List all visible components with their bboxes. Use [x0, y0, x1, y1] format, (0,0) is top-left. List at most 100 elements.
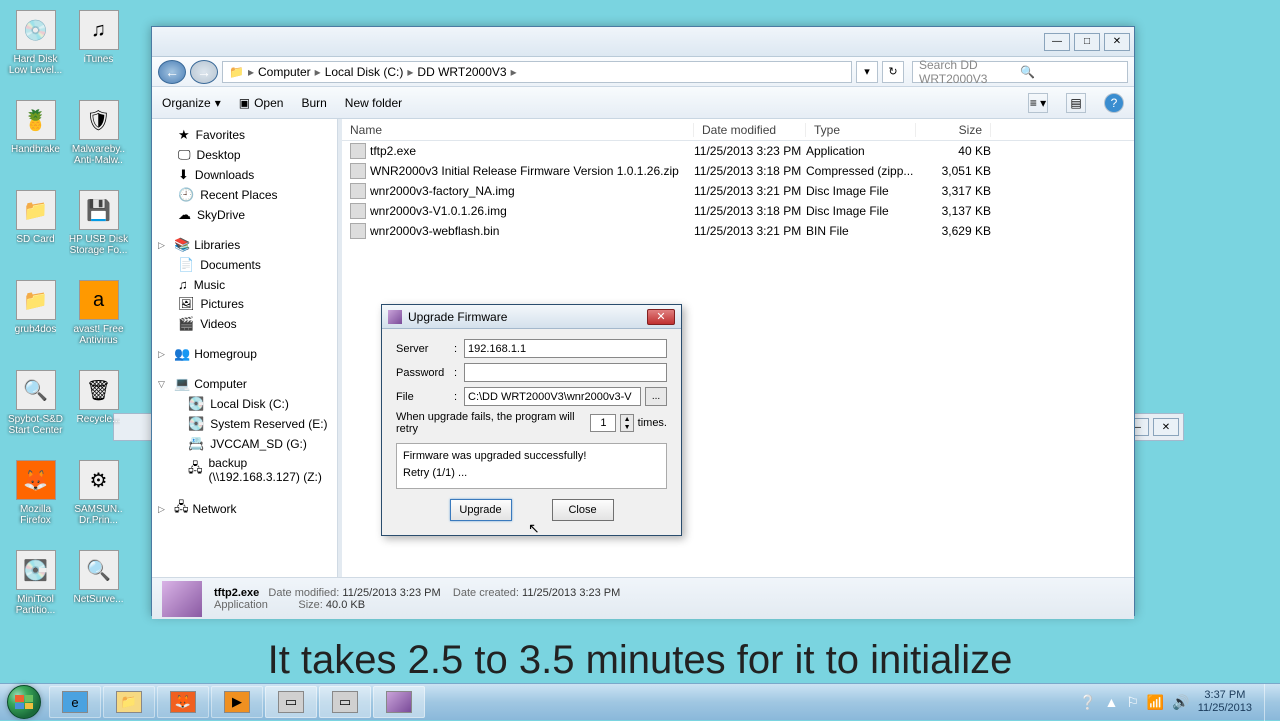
desktop-icon[interactable]: ♫iTunes: [67, 4, 130, 94]
desktop-icon[interactable]: ⚙SAMSUN.. Dr.Prin...: [67, 454, 130, 544]
nav-item[interactable]: ⬇Downloads: [152, 165, 337, 185]
desktop-icon[interactable]: 🔍Spybot-S&D Start Center: [4, 364, 67, 454]
taskbar: e 📁 🦊 ▶ ▭ ▭ ❔ ▲ ⚐ 📶 🔊 3:37 PM 11/25/2013: [0, 683, 1280, 720]
tray-help-icon[interactable]: ❔: [1079, 694, 1096, 711]
close-button[interactable]: Close: [552, 499, 614, 521]
forward-button[interactable]: →: [190, 60, 218, 84]
dialog-close-button[interactable]: ✕: [647, 309, 675, 325]
file-row[interactable]: tftp2.exe11/25/2013 3:23 PMApplication40…: [342, 141, 1134, 161]
taskbar-media[interactable]: ▶: [211, 686, 263, 718]
nav-item[interactable]: ☁SkyDrive: [152, 205, 337, 225]
desktop-icon[interactable]: 🔍NetSurve...: [67, 544, 130, 634]
taskbar-window[interactable]: ▭: [319, 686, 371, 718]
file-row[interactable]: wnr2000v3-factory_NA.img11/25/2013 3:21 …: [342, 181, 1134, 201]
taskbar-window[interactable]: ▭: [265, 686, 317, 718]
server-label: Server: [396, 343, 454, 355]
nav-item[interactable]: 🖵Desktop: [152, 145, 337, 165]
desktop-icon[interactable]: 💾HP USB Disk Storage Fo...: [67, 184, 130, 274]
dialog-titlebar[interactable]: Upgrade Firmware ✕: [382, 305, 681, 329]
nav-libraries[interactable]: ▷📚Libraries: [152, 235, 337, 255]
details-filetype: Application: [214, 599, 268, 611]
show-desktop-button[interactable]: [1264, 684, 1274, 721]
refresh-button[interactable]: ↻: [882, 61, 904, 83]
preview-pane-button[interactable]: ▤: [1066, 93, 1086, 113]
organize-menu[interactable]: Organize ▾: [162, 96, 221, 110]
file-input[interactable]: [464, 387, 641, 406]
file-label: File: [396, 391, 454, 403]
breadcrumb-dropdown[interactable]: ▾: [856, 61, 878, 83]
desktop-icon[interactable]: 📁grub4dos: [4, 274, 67, 364]
minimize-button[interactable]: —: [1044, 33, 1070, 51]
help-button[interactable]: ?: [1104, 93, 1124, 113]
new-folder-button[interactable]: New folder: [345, 96, 402, 110]
desktop-icon[interactable]: 🗑Recycle...: [67, 364, 130, 454]
retry-spinner[interactable]: ▲▼: [620, 414, 633, 432]
retry-label: When upgrade fails, the program will ret…: [396, 411, 586, 435]
tray-network-icon[interactable]: 📶: [1147, 694, 1164, 711]
nav-item[interactable]: ♫Music: [152, 275, 337, 294]
taskbar-explorer[interactable]: 📁: [103, 686, 155, 718]
explorer-toolbar: Organize ▾ ▣ Open Burn New folder ≡ ▾ ▤ …: [152, 87, 1134, 119]
burn-button[interactable]: Burn: [301, 96, 326, 110]
taskbar-clock[interactable]: 3:37 PM 11/25/2013: [1198, 689, 1252, 715]
nav-item[interactable]: 🎬Videos: [152, 314, 337, 334]
taskbar-ie[interactable]: e: [49, 686, 101, 718]
nav-item[interactable]: 💽Local Disk (C:): [152, 394, 337, 414]
file-row[interactable]: wnr2000v3-V1.0.1.26.img11/25/2013 3:18 P…: [342, 201, 1134, 221]
back-button[interactable]: ←: [158, 60, 186, 84]
file-row[interactable]: WNR2000v3 Initial Release Firmware Versi…: [342, 161, 1134, 181]
file-icon: [350, 223, 366, 239]
taskbar-firefox[interactable]: 🦊: [157, 686, 209, 718]
password-input[interactable]: [464, 363, 667, 382]
desktop-icon[interactable]: 🦊Mozilla Firefox: [4, 454, 67, 544]
details-file-icon: [162, 581, 202, 617]
desktop-icon[interactable]: 💽MiniTool Partitio...: [4, 544, 67, 634]
tray-flag-icon[interactable]: ⚐: [1126, 694, 1139, 711]
desktop-icon[interactable]: 💿Hard Disk Low Level...: [4, 4, 67, 94]
nav-favorites[interactable]: ★Favorites: [152, 125, 337, 145]
address-bar-row: ← → 📁 ▸ Computer▸ Local Disk (C:)▸ DD WR…: [152, 57, 1134, 87]
nav-item[interactable]: 🕘Recent Places: [152, 185, 337, 205]
search-input[interactable]: Search DD WRT2000V3 🔍: [912, 61, 1128, 83]
nav-item[interactable]: 💽System Reserved (E:): [152, 414, 337, 434]
view-options-button[interactable]: ≡ ▾: [1028, 93, 1048, 113]
system-tray: ❔ ▲ ⚐ 📶 🔊 3:37 PM 11/25/2013: [1073, 684, 1280, 720]
breadcrumb[interactable]: 📁 ▸ Computer▸ Local Disk (C:)▸ DD WRT200…: [222, 61, 852, 83]
server-input[interactable]: [464, 339, 667, 358]
start-button[interactable]: [0, 684, 48, 721]
file-icon: [350, 183, 366, 199]
file-icon: [350, 143, 366, 159]
tray-up-icon[interactable]: ▲: [1104, 694, 1118, 710]
desktop-icon[interactable]: 🛡Malwareby.. Anti-Malw..: [67, 94, 130, 184]
nav-homegroup[interactable]: ▷👥Homegroup: [152, 344, 337, 364]
open-button[interactable]: ▣ Open: [239, 96, 284, 110]
window-titlebar[interactable]: — □ ✕: [152, 27, 1134, 57]
nav-item[interactable]: 🖧backup (\\192.168.3.127) (Z:): [152, 454, 337, 486]
upgrade-button[interactable]: Upgrade: [450, 499, 512, 521]
nav-item[interactable]: 📄Documents: [152, 255, 337, 275]
browse-button[interactable]: ...: [645, 387, 667, 406]
maximize-button[interactable]: □: [1074, 33, 1100, 51]
search-icon: 🔍: [1020, 65, 1121, 79]
breadcrumb-icon: 📁: [229, 65, 244, 79]
taskbar-tftp[interactable]: [373, 686, 425, 718]
nav-network[interactable]: ▷🖧Network: [152, 496, 337, 522]
nav-item[interactable]: 📇JVCCAM_SD (G:): [152, 434, 337, 454]
navigation-pane: ★Favorites 🖵Desktop ⬇Downloads 🕘Recent P…: [152, 119, 338, 577]
desktop-icon[interactable]: aavast! Free Antivirus: [67, 274, 130, 364]
nav-item[interactable]: 🖼Pictures: [152, 294, 337, 314]
video-caption: It takes 2.5 to 3.5 minutes for it to in…: [0, 638, 1280, 683]
password-label: Password: [396, 367, 454, 379]
bg-close-button[interactable]: ✕: [1153, 418, 1179, 436]
nav-computer[interactable]: ▽💻Computer: [152, 374, 337, 394]
tray-volume-icon[interactable]: 🔊: [1172, 694, 1189, 711]
desktop-icon[interactable]: 📁SD Card: [4, 184, 67, 274]
desktop-icon[interactable]: 🍍Handbrake: [4, 94, 67, 184]
status-box: Firmware was upgraded successfully! Retr…: [396, 443, 667, 489]
retry-count-input[interactable]: [590, 414, 616, 432]
close-button[interactable]: ✕: [1104, 33, 1130, 51]
column-headers[interactable]: Name Date modified Type Size: [342, 119, 1134, 141]
desktop: 💿Hard Disk Low Level...♫iTunes 🍍Handbrak…: [0, 0, 150, 680]
file-icon: [350, 203, 366, 219]
file-row[interactable]: wnr2000v3-webflash.bin11/25/2013 3:21 PM…: [342, 221, 1134, 241]
